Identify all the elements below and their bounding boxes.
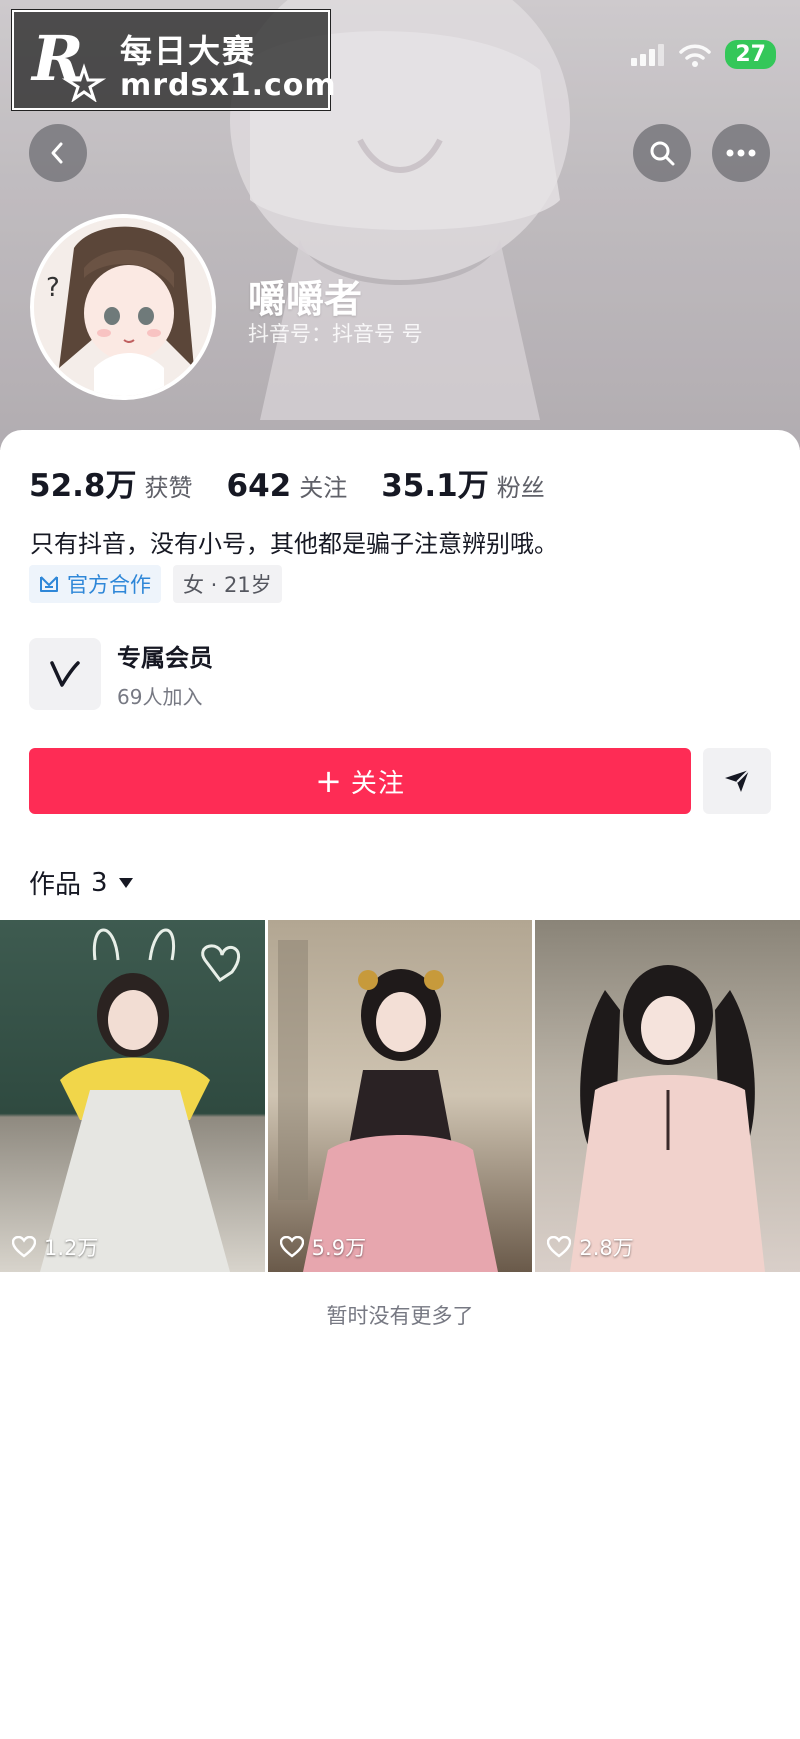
stat-value: 35.1万 <box>381 468 489 504</box>
official-cooperation-icon <box>39 575 59 593</box>
profile-stats: 52.8万 获赞 642 关注 35.1万 粉丝 <box>29 460 579 505</box>
avatar-illustration: ? <box>34 218 212 396</box>
video-thumbnail[interactable]: 2.8万 <box>535 920 800 1272</box>
video-likes: 1.2万 <box>12 1232 98 1262</box>
stat-likes[interactable]: 52.8万 获赞 <box>29 460 193 505</box>
heart-icon <box>547 1236 572 1258</box>
avatar[interactable]: ? <box>30 214 216 400</box>
wifi-icon <box>679 44 712 67</box>
site-watermark: R 每日大赛 mrdsx1.com <box>11 9 336 111</box>
video-cover-image <box>277 940 498 1272</box>
exclusive-membership[interactable]: 专属会员 69人加入 <box>29 638 213 710</box>
status-bar: 27 <box>631 40 776 69</box>
search-button[interactable] <box>633 124 691 182</box>
likes-count: 5.9万 <box>311 1236 367 1260</box>
profile-card: 52.8万 获赞 642 关注 35.1万 粉丝 只有抖音，没有小号，其他都是骗… <box>0 430 800 1739</box>
follow-button[interactable]: + 关注 <box>29 748 691 814</box>
back-button[interactable] <box>29 124 87 182</box>
message-button[interactable] <box>703 748 771 814</box>
likes-count: 2.8万 <box>579 1236 634 1260</box>
send-icon <box>725 769 750 792</box>
signal-icon <box>631 43 665 66</box>
video-cover-image <box>570 965 766 1272</box>
profile-bio: 只有抖音，没有小号，其他都是骗子注意辨别哦。 <box>30 530 558 558</box>
tag-label: 女 · 21岁 <box>183 573 272 597</box>
tag-gender-age: 女 · 21岁 <box>173 565 282 603</box>
stat-label: 关注 <box>299 474 348 502</box>
more-horizontal-icon <box>726 149 756 157</box>
works-tab[interactable]: 作品 3 <box>29 864 134 901</box>
membership-title: 专属会员 <box>117 644 213 672</box>
stat-value: 52.8万 <box>29 468 137 504</box>
video-cover-image <box>40 928 240 1272</box>
works-count: 3 <box>91 867 108 898</box>
tag-label: 官方合作 <box>67 573 151 597</box>
v-member-icon <box>29 638 101 710</box>
video-likes: 5.9万 <box>279 1232 367 1262</box>
plus-icon: + <box>315 762 343 800</box>
works-label: 作品 <box>29 870 82 900</box>
svg-text:?: ? <box>46 273 60 303</box>
watermark-title: 每日大赛 <box>120 32 257 70</box>
tag-official-cooperation[interactable]: 官方合作 <box>29 565 161 603</box>
battery-indicator: 27 <box>725 40 776 69</box>
video-thumbnail[interactable]: 1.2万 <box>0 920 265 1272</box>
heart-icon <box>279 1236 304 1258</box>
no-more-text: 暂时没有更多了 <box>326 1304 474 1328</box>
video-likes: 2.8万 <box>547 1232 634 1262</box>
profile-nickname: 嚼嚼者 <box>248 277 363 321</box>
likes-count: 1.2万 <box>44 1236 99 1260</box>
caret-down-icon <box>118 877 134 889</box>
heart-icon <box>12 1236 36 1258</box>
douyin-id[interactable]: 抖音号：抖音号 号 <box>248 318 423 348</box>
stat-followers[interactable]: 35.1万 粉丝 <box>381 460 545 505</box>
stat-value: 642 <box>226 468 292 504</box>
stat-label: 粉丝 <box>496 474 545 502</box>
profile-banner: R 每日大赛 mrdsx1.com 27 ? 嚼嚼者 抖音号：抖音号 号 <box>0 0 800 450</box>
works-grid: 1.2万 5.9万 2.8万 <box>0 920 800 1272</box>
watermark-logo-icon: R <box>30 22 107 102</box>
stat-following[interactable]: 642 关注 <box>227 468 348 504</box>
profile-tags: 官方合作 女 · 21岁 <box>29 565 282 603</box>
membership-subtitle: 69人加入 <box>117 685 203 709</box>
more-button[interactable] <box>712 124 770 182</box>
stat-label: 获赞 <box>144 474 193 502</box>
chevron-left-icon <box>51 142 63 164</box>
search-icon <box>650 141 675 166</box>
watermark-url: mrdsx1.com <box>120 68 337 103</box>
follow-label: 关注 <box>350 768 405 799</box>
video-thumbnail[interactable]: 5.9万 <box>267 920 533 1272</box>
